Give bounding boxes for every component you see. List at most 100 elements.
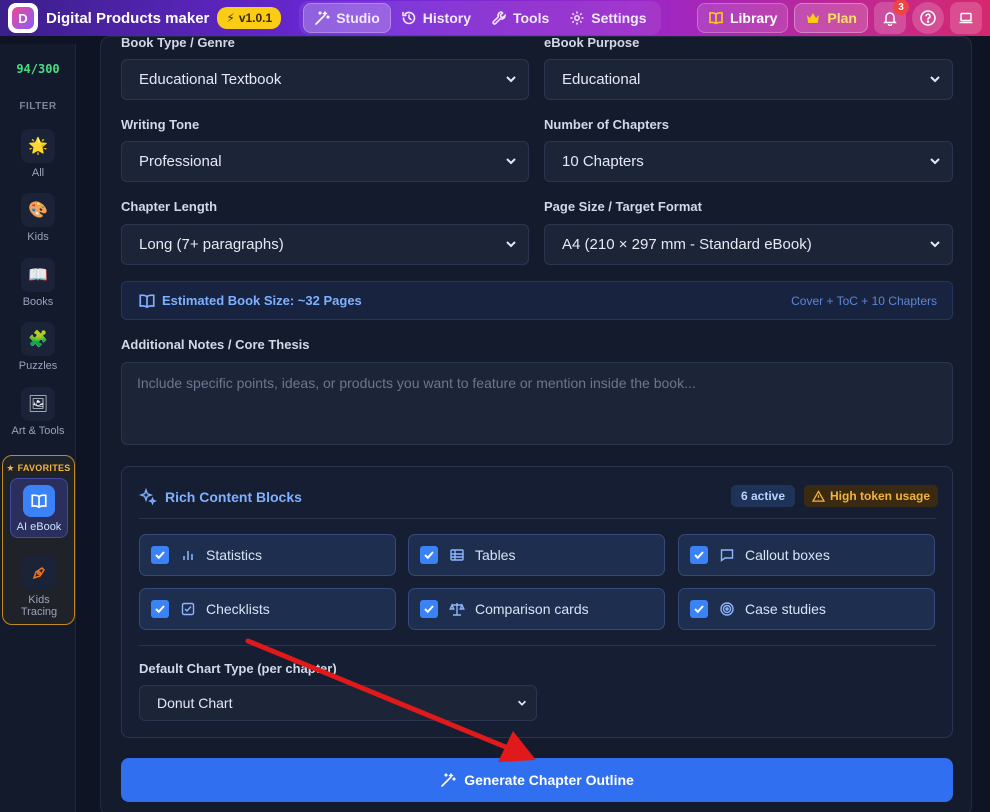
book-type-value: Educational Textbook <box>139 71 282 88</box>
sun-icon: 🌟 <box>21 129 55 163</box>
book-type-select[interactable]: Educational Textbook <box>121 59 529 100</box>
pen-nib-icon <box>22 556 56 590</box>
nav-tools[interactable]: Tools <box>481 3 559 33</box>
page-size-select[interactable]: A4 (210 × 297 mm - Standard eBook) <box>544 224 953 265</box>
checkbox[interactable] <box>151 546 169 564</box>
option-case-studies[interactable]: Case studies <box>678 588 935 630</box>
plan-button[interactable]: Plan <box>794 3 868 33</box>
checkmark-icon <box>424 605 434 614</box>
notes-placeholder: Include specific points, ideas, or produ… <box>137 375 696 391</box>
rich-content-section: Rich Content Blocks 6 active High token … <box>121 466 953 738</box>
checklist-icon <box>181 602 195 616</box>
length-select[interactable]: Long (7+ paragraphs) <box>121 224 529 265</box>
rich-title-text: Rich Content Blocks <box>165 489 302 505</box>
tone-label: Writing Tone <box>121 117 200 132</box>
nav-settings-label: Settings <box>591 10 647 26</box>
divider <box>139 518 936 519</box>
brand-logo: D <box>8 3 38 33</box>
checkbox[interactable] <box>420 600 438 618</box>
nav-studio-label: Studio <box>336 10 380 26</box>
target-icon <box>720 602 734 616</box>
notes-textarea[interactable]: Include specific points, ideas, or produ… <box>121 362 953 445</box>
length-label: Chapter Length <box>121 199 218 214</box>
chevron-down-icon <box>506 241 516 248</box>
token-warning-text: High token usage <box>830 489 931 503</box>
sidebar-item-label: Puzzles <box>18 360 58 372</box>
checkmark-icon <box>155 605 165 614</box>
checkmark-icon <box>694 605 704 614</box>
checkbox[interactable] <box>151 600 169 618</box>
active-count-badge: 6 active <box>731 485 796 507</box>
favorites-label: FAVORITES <box>17 463 71 473</box>
brand-name: Digital Products maker <box>46 9 210 27</box>
open-book-icon <box>23 485 55 517</box>
nav-settings[interactable]: Settings <box>559 3 656 33</box>
chevron-down-icon <box>930 241 940 248</box>
chevron-down-icon <box>930 76 940 83</box>
help-button[interactable] <box>912 2 944 34</box>
chapters-select[interactable]: 10 Chapters <box>544 141 953 182</box>
checkbox[interactable] <box>690 600 708 618</box>
palette-icon: 🎨 <box>21 193 55 227</box>
sidebar-item-kids[interactable]: 🎨 Kids <box>0 193 76 243</box>
device-button[interactable] <box>950 2 982 34</box>
notification-badge: 3 <box>893 0 909 15</box>
sidebar-item-label: Books <box>22 296 54 308</box>
favorite-item-kids-tracing[interactable]: Kids Tracing <box>1 556 77 618</box>
lightning-icon: ⚡ <box>226 11 235 25</box>
favorite-item-label: AI eBook <box>16 521 62 533</box>
magic-wand-icon <box>315 11 331 25</box>
brand[interactable]: D Digital Products maker ⚡ v1.0.1 <box>8 3 282 33</box>
help-icon <box>920 10 936 26</box>
picture-icon: 🖼 <box>21 387 55 421</box>
sidebar-item-books[interactable]: 📖 Books <box>0 258 76 308</box>
warning-icon <box>812 489 825 502</box>
nav-studio[interactable]: Studio <box>303 3 391 33</box>
tone-value: Professional <box>139 153 222 170</box>
option-label: Comparison cards <box>475 601 589 617</box>
chart-type-select[interactable]: Donut Chart <box>139 685 537 721</box>
purpose-label: eBook Purpose <box>544 35 640 50</box>
magic-wand-icon <box>441 773 457 787</box>
option-checklists[interactable]: Checklists <box>139 588 396 630</box>
favorite-item-label: Kids Tracing <box>20 594 58 618</box>
option-callout-boxes[interactable]: Callout boxes <box>678 534 935 576</box>
option-statistics[interactable]: Statistics <box>139 534 396 576</box>
sidebar-item-art-tools[interactable]: 🖼 Art & Tools <box>0 387 76 437</box>
top-bar: D Digital Products maker ⚡ v1.0.1 Studio… <box>0 0 990 36</box>
chart-type-label: Default Chart Type (per chapter) <box>139 661 337 676</box>
checkbox[interactable] <box>420 546 438 564</box>
sidebar-item-label: Art & Tools <box>11 425 65 437</box>
option-label: Case studies <box>745 601 826 617</box>
chapters-label: Number of Chapters <box>544 117 669 132</box>
option-tables[interactable]: Tables <box>408 534 665 576</box>
notifications-button[interactable]: 3 <box>874 0 909 34</box>
wrench-icon <box>492 11 506 25</box>
generate-outline-button[interactable]: Generate Chapter Outline <box>121 758 953 802</box>
option-label: Callout boxes <box>745 547 830 563</box>
rich-content-title: Rich Content Blocks <box>139 488 302 506</box>
chevron-down-icon <box>506 76 516 83</box>
option-label: Tables <box>475 547 516 563</box>
nav-history[interactable]: History <box>391 3 481 33</box>
library-button[interactable]: Library <box>696 3 789 33</box>
estimate-bar: Estimated Book Size: ~32 Pages Cover + T… <box>121 281 953 320</box>
sidebar-item-puzzles[interactable]: 🧩 Puzzles <box>0 322 76 372</box>
purpose-select[interactable]: Educational <box>544 59 953 100</box>
estimate-text: Estimated Book Size: ~32 Pages <box>162 293 362 308</box>
sidebar-item-all[interactable]: 🌟 All <box>0 129 76 179</box>
estimate-detail: Cover + ToC + 10 Chapters <box>791 293 937 308</box>
plan-label: Plan <box>827 10 857 26</box>
checkbox[interactable] <box>690 546 708 564</box>
puzzle-icon: 🧩 <box>21 322 55 356</box>
tone-select[interactable]: Professional <box>121 141 529 182</box>
chevron-down-icon <box>930 158 940 165</box>
laptop-icon <box>959 12 973 24</box>
favorites-title: ★ FAVORITES <box>6 463 71 473</box>
favorite-item-ai-ebook[interactable]: AI eBook <box>10 478 68 538</box>
usage-counter: 94/300 <box>16 62 60 76</box>
generate-label: Generate Chapter Outline <box>464 772 634 788</box>
purpose-value: Educational <box>562 71 641 88</box>
chevron-down-icon <box>517 700 527 706</box>
option-comparison-cards[interactable]: Comparison cards <box>408 588 665 630</box>
